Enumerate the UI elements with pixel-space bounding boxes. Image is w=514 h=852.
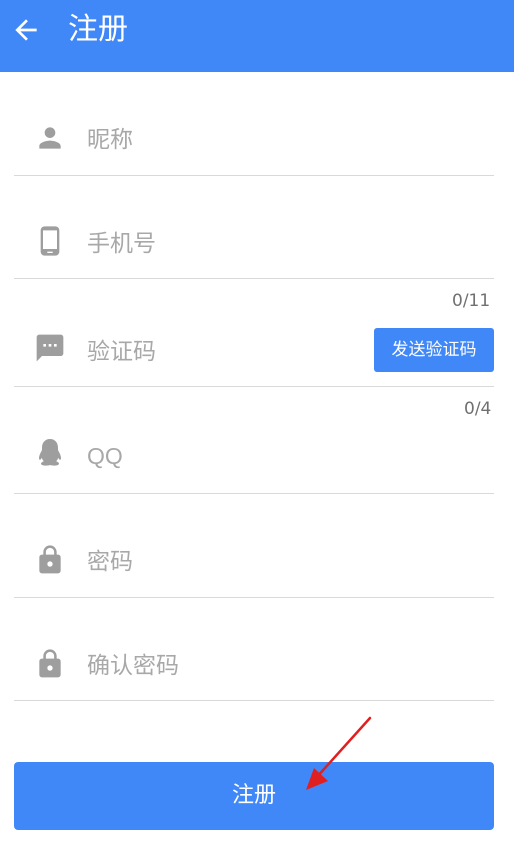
person-icon — [34, 122, 66, 154]
message-icon — [34, 332, 66, 364]
code-char-counter: 0/4 — [464, 399, 492, 419]
nickname-field[interactable]: 昵称 — [14, 104, 494, 176]
app-bar: 注册 — [0, 0, 514, 72]
lock-icon — [34, 648, 66, 680]
password-field[interactable]: 密码 — [14, 526, 494, 598]
password-placeholder: 密码 — [87, 549, 133, 575]
nickname-placeholder: 昵称 — [87, 127, 133, 153]
confirm-password-field[interactable]: 确认密码 — [14, 630, 494, 701]
qq-placeholder: QQ — [87, 443, 123, 469]
phone-field[interactable]: 手机号 — [14, 208, 494, 279]
page-title: 注册 — [68, 12, 128, 47]
register-button[interactable]: 注册 — [14, 762, 494, 830]
verification-code-placeholder: 验证码 — [87, 339, 156, 365]
phone-char-counter: 0/11 — [452, 291, 491, 311]
phone-placeholder: 手机号 — [87, 231, 156, 257]
arrow-left-icon[interactable] — [10, 14, 42, 46]
lock-icon — [34, 544, 66, 576]
qq-field[interactable]: QQ — [14, 422, 494, 494]
send-code-button[interactable]: 发送验证码 — [374, 328, 494, 372]
confirm-password-placeholder: 确认密码 — [87, 653, 179, 679]
penguin-icon — [34, 436, 66, 468]
smartphone-icon — [34, 225, 66, 257]
